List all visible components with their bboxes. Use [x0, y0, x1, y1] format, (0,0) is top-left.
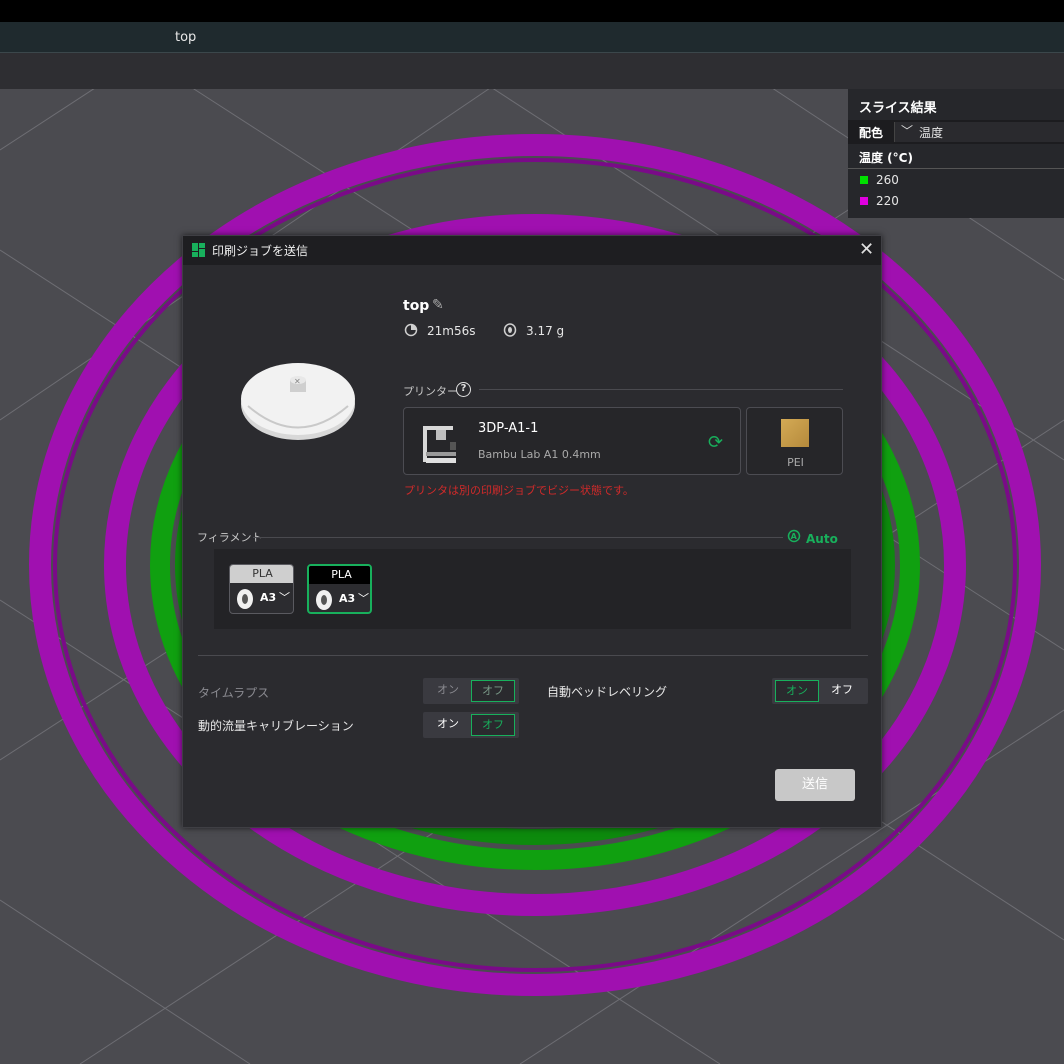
slice-results-title: スライス結果: [859, 101, 937, 116]
print-time: 21m56s: [427, 324, 476, 338]
legend-swatch: [860, 176, 868, 184]
printer-selector[interactable]: 3DP-A1-1 Bambu Lab A1 0.4mm ⟳: [403, 407, 741, 475]
svg-text:✕: ✕: [294, 377, 301, 386]
legend-item: 260: [860, 173, 899, 187]
plate-type-selector[interactable]: PEI: [746, 407, 843, 475]
tab-bar: top: [0, 22, 1064, 53]
flow-calibration-label: 動的流量キャリブレーション: [198, 719, 354, 733]
printer-name: 3DP-A1-1: [478, 421, 539, 436]
color-scheme-dropdown[interactable]: ﹀ 温度: [894, 122, 1064, 142]
color-scheme-row: 配色 ﹀ 温度: [848, 120, 1064, 144]
divider: [253, 537, 783, 538]
timelapse-on[interactable]: オン: [426, 680, 470, 702]
filament-mapping-area: PLA A3 ﹀ PLA A3 ﹀: [214, 549, 851, 629]
spool-icon: [503, 323, 517, 337]
bed-leveling-off[interactable]: オフ: [820, 680, 864, 702]
auto-map-icon[interactable]: A: [787, 529, 801, 543]
filament-chip[interactable]: PLA A3 ﹀: [229, 564, 294, 614]
chevron-down-icon: ﹀: [279, 591, 290, 604]
printer-section-label: プリンター: [403, 385, 458, 398]
bed-leveling-toggle[interactable]: オン オフ: [772, 678, 868, 704]
pei-plate-icon: [781, 419, 809, 447]
filament-type: PLA: [309, 566, 370, 584]
bambu-logo-icon: [192, 243, 205, 257]
color-scheme-label: 配色: [859, 126, 884, 140]
flow-calibration-on[interactable]: オン: [426, 714, 470, 736]
printer-image: [423, 426, 456, 463]
toolbar: [0, 53, 1064, 89]
spool-icon: [237, 589, 253, 609]
color-scheme-value: 温度: [919, 126, 944, 140]
close-icon[interactable]: ✕: [859, 239, 874, 260]
help-icon[interactable]: ?: [456, 382, 471, 397]
chevron-down-icon: ﹀: [901, 124, 914, 138]
legend-title: 温度 (°C): [859, 151, 913, 165]
filament-chip[interactable]: PLA A3 ﹀: [307, 564, 372, 614]
filament-type: PLA: [230, 565, 293, 583]
flow-calibration-toggle[interactable]: オン オフ: [423, 712, 519, 738]
legend-swatch: [860, 197, 868, 205]
project-tab-title[interactable]: top: [175, 30, 196, 45]
send-button[interactable]: 送信: [775, 769, 855, 801]
svg-text:A: A: [791, 532, 798, 541]
bed-leveling-label: 自動ベッドレベリング: [547, 685, 668, 699]
slice-results-panel: スライス結果 配色 ﹀ 温度 温度 (°C) 260 220: [848, 89, 1064, 218]
chevron-down-icon: ﹀: [358, 592, 369, 605]
dialog-header: 印刷ジョブを送信 ✕: [183, 236, 881, 265]
clock-icon: [404, 323, 418, 337]
edit-icon[interactable]: ✎: [432, 297, 444, 313]
spool-icon: [316, 590, 332, 610]
divider: [198, 655, 868, 656]
legend-item: 220: [860, 194, 899, 208]
timelapse-label: タイムラプス: [198, 686, 270, 700]
filament-weight: 3.17 g: [526, 324, 565, 338]
timelapse-toggle[interactable]: オン オフ: [423, 678, 519, 704]
send-print-job-dialog: 印刷ジョブを送信 ✕ ✕ top ✎ 21m56s 3.17 g プリンター ?: [182, 235, 882, 828]
dialog-title: 印刷ジョブを送信: [212, 244, 309, 258]
window-titlebar: [0, 0, 1064, 22]
divider: [479, 389, 843, 390]
ams-slot: A3: [339, 592, 356, 605]
job-name: top: [403, 298, 430, 314]
timelapse-off[interactable]: オフ: [471, 680, 515, 702]
printer-model: Bambu Lab A1 0.4mm: [478, 448, 601, 461]
ams-slot: A3: [260, 591, 277, 604]
printer-busy-warning: プリンタは別の印刷ジョブでビジー状態です。: [404, 484, 634, 497]
bed-leveling-on[interactable]: オン: [775, 680, 819, 702]
divider: [848, 168, 1064, 169]
model-preview: ✕: [241, 363, 355, 440]
refresh-icon[interactable]: ⟳: [708, 432, 723, 453]
auto-map-button[interactable]: Auto: [806, 532, 838, 546]
flow-calibration-off[interactable]: オフ: [471, 714, 515, 736]
plate-type-label: PEI: [787, 456, 804, 469]
app-window: top スライス結果 配色 ﹀ 温度 温度 (°C) 260 220 印刷ジョブ…: [0, 0, 1064, 1064]
